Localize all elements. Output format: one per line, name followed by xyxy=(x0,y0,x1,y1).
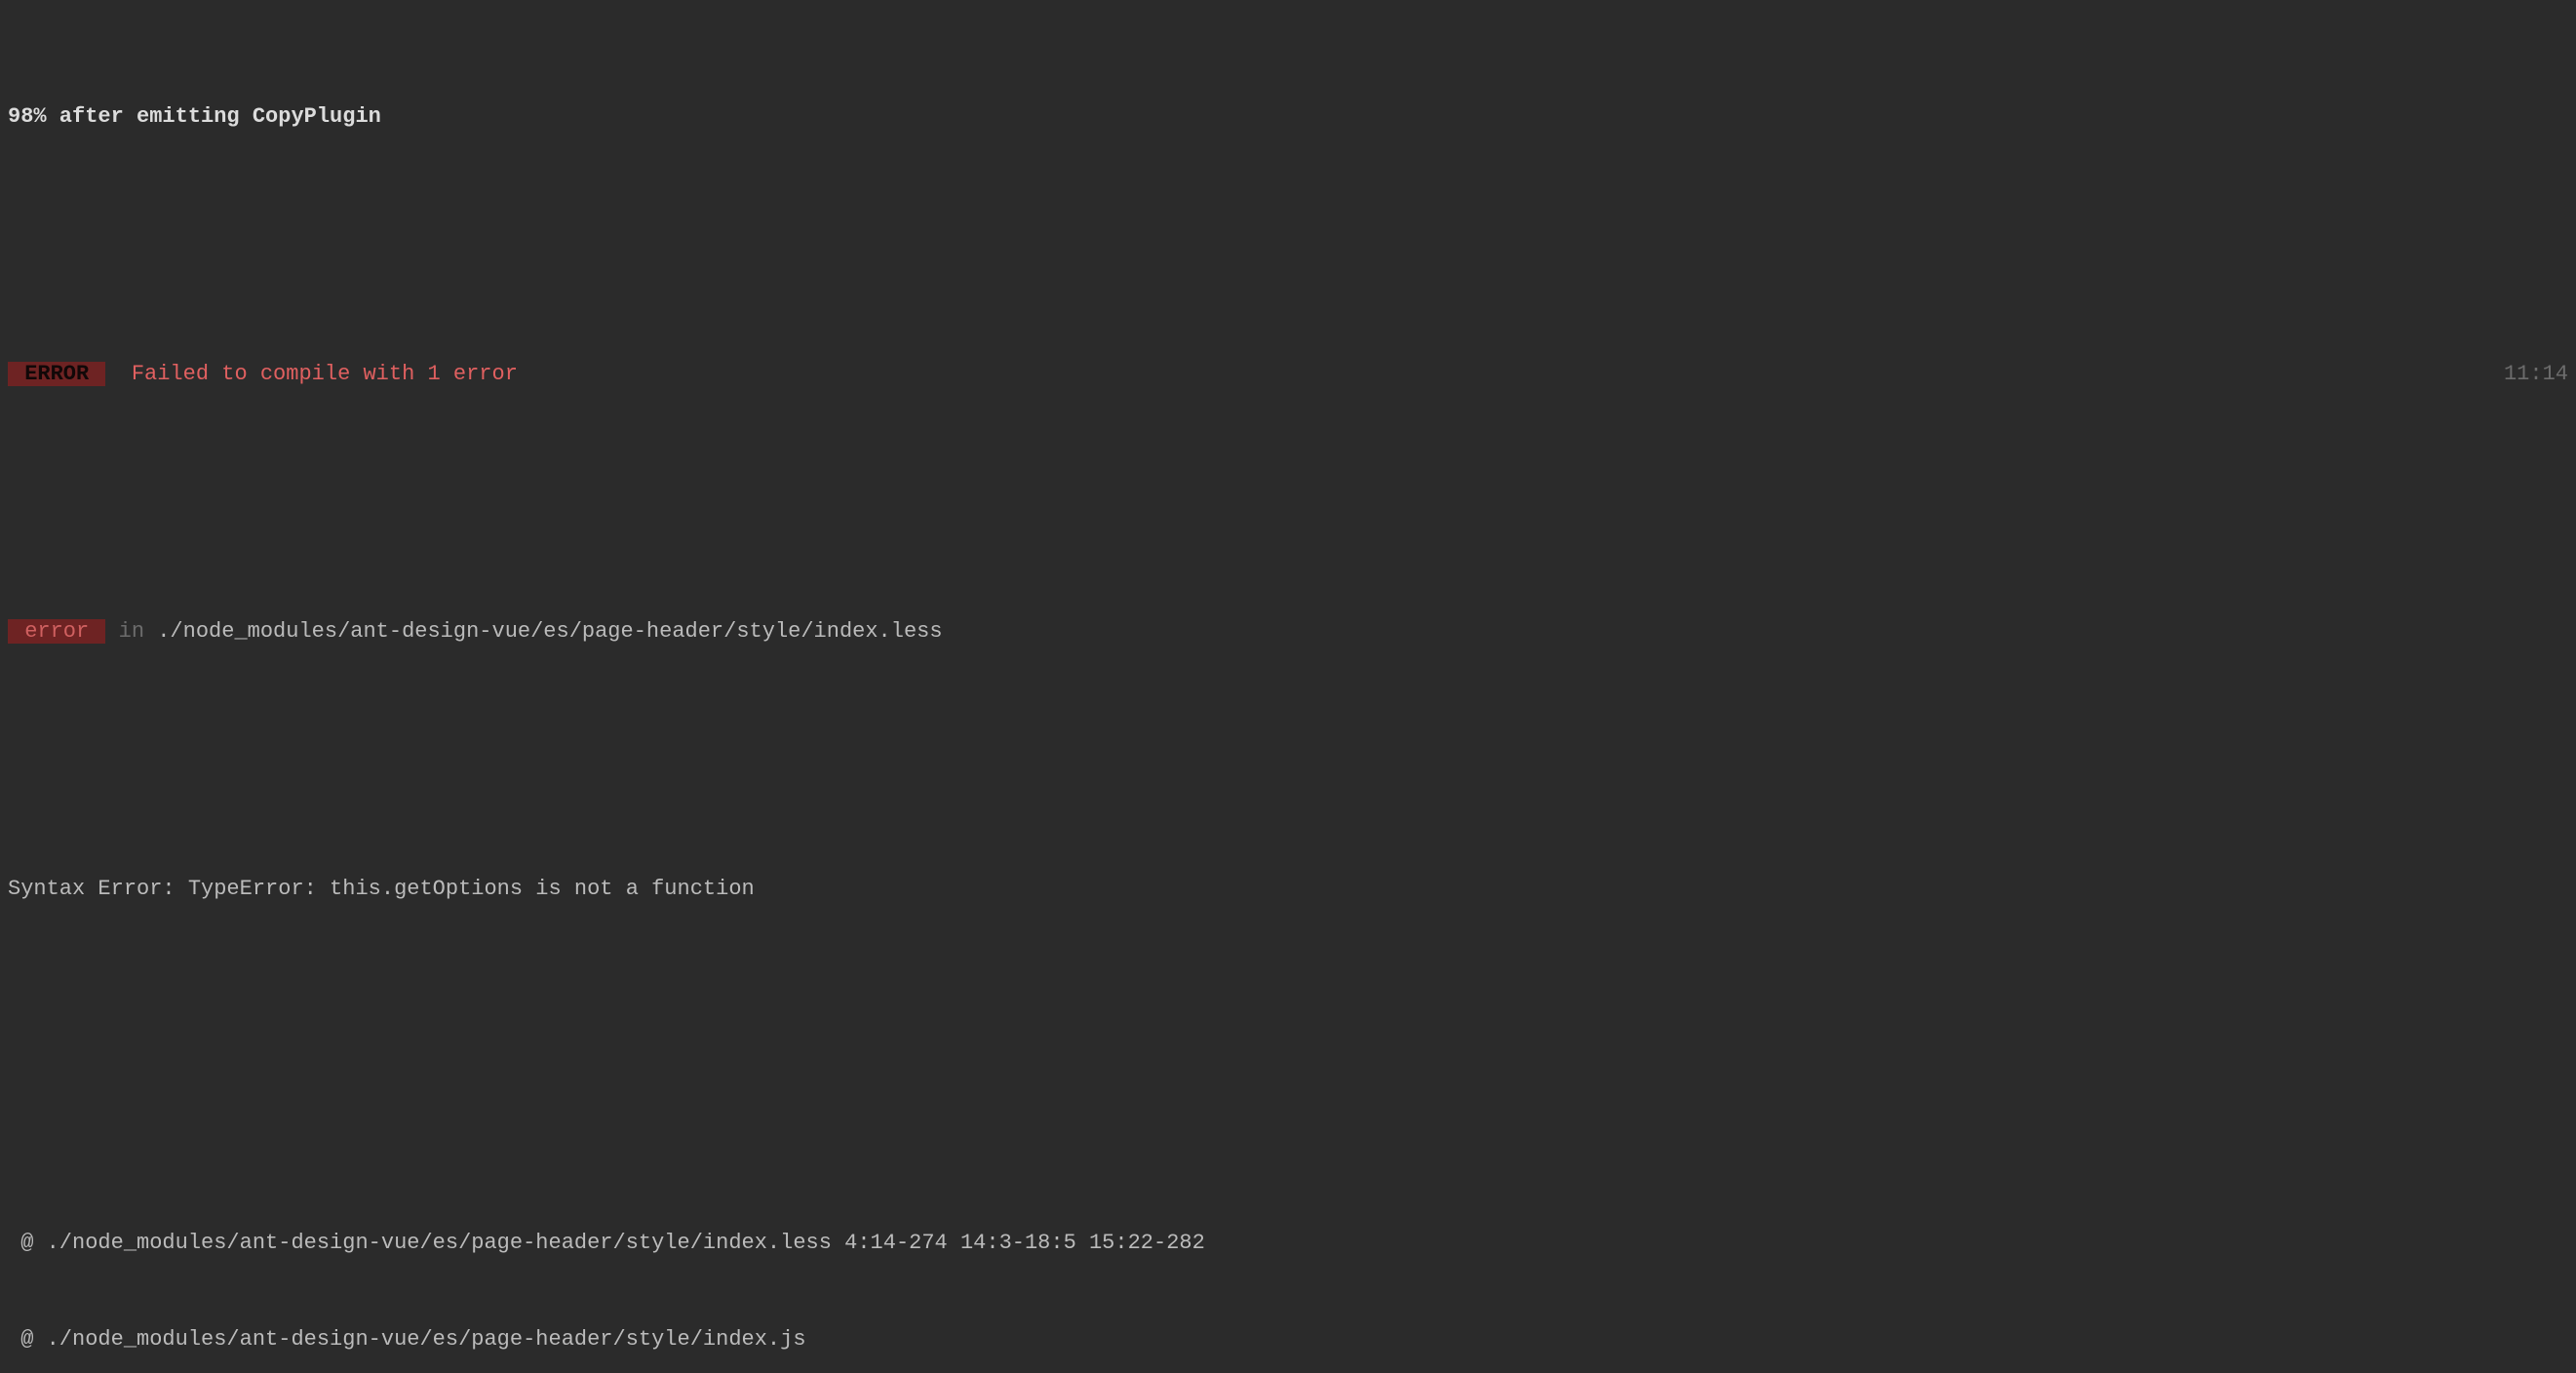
progress-line: 98% after emitting CopyPlugin xyxy=(8,100,2568,133)
stack-line: @ ./node_modules/ant-design-vue/es/page-… xyxy=(8,1227,2568,1259)
syntax-error-line: Syntax Error: TypeError: this.getOptions… xyxy=(8,873,2568,905)
blank-line xyxy=(8,1001,2568,1034)
compile-error-left: ERROR Failed to compile with 1 error xyxy=(8,358,518,390)
timestamp: 11:14 xyxy=(2504,358,2568,390)
error-in-prefix: in xyxy=(105,619,157,644)
error-lower-badge: error xyxy=(8,619,105,644)
blank-line xyxy=(8,744,2568,776)
error-badge: ERROR xyxy=(8,362,105,386)
stack-line: @ ./node_modules/ant-design-vue/es/page-… xyxy=(8,1323,2568,1355)
error-in-file: ./node_modules/ant-design-vue/es/page-he… xyxy=(157,619,942,644)
compile-error-row: ERROR Failed to compile with 1 error 11:… xyxy=(8,358,2568,390)
compile-error-message: Failed to compile with 1 error xyxy=(132,362,518,386)
blank-line xyxy=(8,1098,2568,1130)
blank-line xyxy=(8,229,2568,261)
blank-line xyxy=(8,487,2568,519)
terminal-output: 98% after emitting CopyPlugin ERROR Fail… xyxy=(0,0,2576,1373)
error-in-line: error in ./node_modules/ant-design-vue/e… xyxy=(8,615,2568,647)
